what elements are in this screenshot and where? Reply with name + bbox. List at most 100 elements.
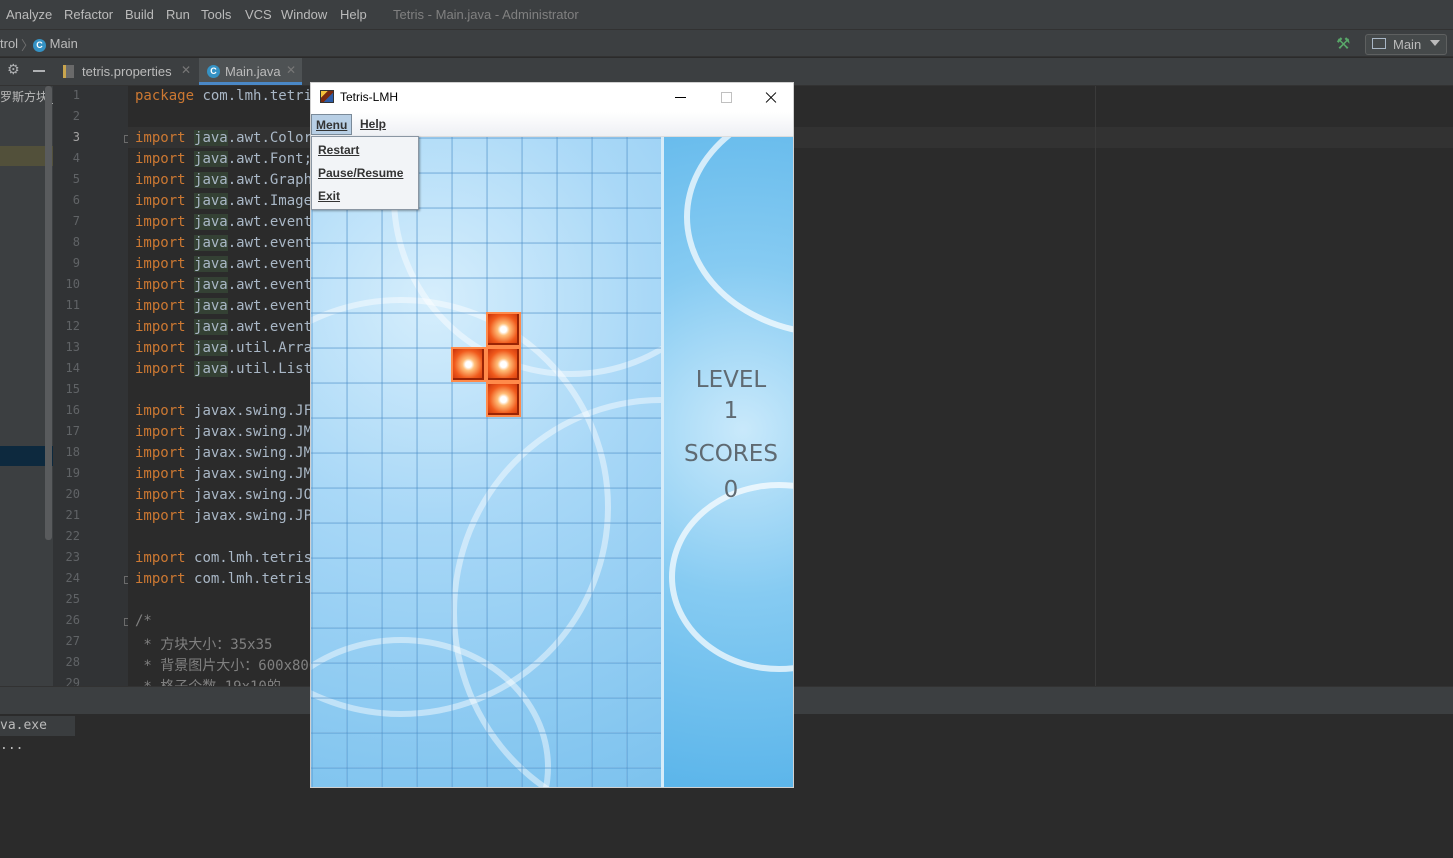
line-number: 19: [65, 466, 80, 480]
minimize-button[interactable]: [658, 83, 703, 112]
tetris-menubar: Menu Help: [311, 112, 793, 137]
breadcrumb-project[interactable]: trol: [0, 36, 18, 51]
menu-analyze[interactable]: Analyze: [6, 7, 52, 22]
tetris-menu-menu[interactable]: Menu: [311, 114, 353, 135]
line-number: 16: [65, 403, 80, 417]
tetris-menu-help[interactable]: Help: [356, 114, 390, 135]
maximize-button[interactable]: [703, 83, 748, 112]
tab-tetris-properties[interactable]: tetris.properties ✕: [57, 58, 197, 85]
code-line: * 方块大小：35x35: [135, 637, 273, 653]
console-process-line: va.exe ...: [0, 716, 75, 753]
chevron-down-icon: [1430, 40, 1440, 46]
code-line: import java.awt.Color;: [135, 130, 321, 146]
close-icon[interactable]: ✕: [181, 63, 191, 77]
line-number: 24: [65, 571, 80, 585]
line-number: 13: [65, 340, 80, 354]
line-number: 23: [65, 550, 80, 564]
game-board[interactable]: [311, 137, 661, 787]
desktop: Analyze Refactor Build Run Tools VCS Win…: [0, 0, 1453, 858]
class-icon: C: [33, 39, 46, 52]
tetromino-block: [486, 382, 521, 417]
board-grid: [311, 137, 661, 787]
scores-value: 0: [723, 477, 739, 503]
gear-icon[interactable]: ⚙: [7, 62, 20, 78]
code-line: import java.awt.event.: [135, 235, 321, 251]
tetromino-block: [486, 312, 521, 347]
line-number: 3: [72, 130, 80, 144]
menu-run[interactable]: Run: [166, 7, 190, 22]
code-line: * 背景图片大小：600x800: [135, 658, 318, 674]
line-number: 10: [65, 277, 80, 291]
menu-window[interactable]: Window: [281, 7, 327, 22]
code-line: import com.lmh.tetris.: [135, 571, 321, 587]
line-number: 12: [65, 319, 80, 333]
tetromino-block: [486, 347, 521, 382]
ide-window-title: Tetris - Main.java - Administrator: [393, 7, 579, 22]
background-swirl: [669, 482, 793, 672]
line-number: 7: [72, 214, 80, 228]
code-line: import javax.swing.JFr: [135, 403, 321, 419]
run-config-icon: [1372, 38, 1386, 49]
menu-build[interactable]: Build: [125, 7, 154, 22]
menu-refactor[interactable]: Refactor: [64, 7, 113, 22]
code-line: import java.awt.Font;: [135, 151, 313, 167]
line-number: 18: [65, 445, 80, 459]
class-icon: C: [207, 65, 220, 78]
line-number: 14: [65, 361, 80, 375]
code-line: import java.util.List;: [135, 361, 321, 377]
line-number: 11: [65, 298, 80, 312]
code-line: import java.awt.Image;: [135, 193, 321, 209]
code-line: import com.lmh.tetris.: [135, 550, 321, 566]
line-number: 28: [65, 655, 80, 669]
build-hammer-icon[interactable]: ⚒: [1336, 34, 1350, 54]
hide-panel-icon[interactable]: [33, 70, 45, 72]
line-number-gutter: 1 2 3 4 5 6 7 8 9 10 11 12 13 14 15 16 17 18 19 20 21 22 23 24 2…: [53, 86, 131, 690]
line-number: 6: [72, 193, 80, 207]
menu-dropdown: Restart Pause/Resume Exit: [311, 136, 419, 210]
line-number: 22: [65, 529, 80, 543]
close-icon[interactable]: ✕: [286, 63, 296, 77]
line-number: 5: [72, 172, 80, 186]
code-line: package com.lmh.tetris: [135, 88, 321, 104]
level-value: 1: [723, 398, 739, 424]
code-line: import javax.swing.JMe: [135, 445, 321, 461]
code-line: import java.awt.event.: [135, 256, 321, 272]
tetris-titlebar: Tetris-LMH: [311, 83, 793, 112]
scores-label: SCORES: [684, 441, 778, 467]
tab-label: Main.java: [225, 64, 281, 79]
line-number: 20: [65, 487, 80, 501]
run-config-label: Main: [1393, 37, 1422, 52]
code-line: import javax.swing.JOp: [135, 487, 321, 503]
properties-file-icon: [63, 65, 74, 78]
tetris-window-title: Tetris-LMH: [340, 90, 399, 104]
menu-item-pause-resume[interactable]: Pause/Resume: [318, 166, 403, 180]
code-line: import java.awt.Graphi: [135, 172, 321, 188]
line-number: 15: [65, 382, 80, 396]
background-swirl: [684, 137, 793, 337]
close-button[interactable]: [748, 83, 793, 112]
breadcrumb-main-label: Main: [49, 36, 78, 51]
tab-main-java[interactable]: C Main.java ✕: [199, 58, 302, 85]
code-line: import java.util.Array: [135, 340, 321, 356]
score-panel: LEVEL 1 SCORES 0: [661, 137, 793, 787]
code-line: * 格子个数 19x10的: [135, 676, 280, 686]
line-number: 27: [65, 634, 80, 648]
run-config-select[interactable]: Main: [1365, 34, 1447, 55]
menu-tools[interactable]: Tools: [201, 7, 231, 22]
tetris-app-icon: [320, 90, 334, 103]
tetromino-block: [451, 347, 486, 382]
line-number: 1: [72, 88, 80, 102]
menu-item-exit[interactable]: Exit: [318, 189, 340, 203]
line-number: 2: [72, 109, 80, 123]
menu-vcs[interactable]: VCS: [245, 7, 272, 22]
menu-item-restart[interactable]: Restart: [318, 143, 359, 157]
menu-help[interactable]: Help: [340, 7, 367, 22]
breadcrumb-main[interactable]: C Main: [33, 36, 78, 52]
line-number: 8: [72, 235, 80, 249]
ide-menubar: Analyze Refactor Build Run Tools VCS Win…: [0, 0, 1453, 29]
project-scrollbar[interactable]: [45, 86, 52, 540]
line-number: 25: [65, 592, 80, 606]
code-line: import javax.swing.JMe: [135, 466, 321, 482]
code-line: import java.awt.event.: [135, 319, 321, 335]
project-panel: 罗斯方块_: [0, 86, 54, 686]
